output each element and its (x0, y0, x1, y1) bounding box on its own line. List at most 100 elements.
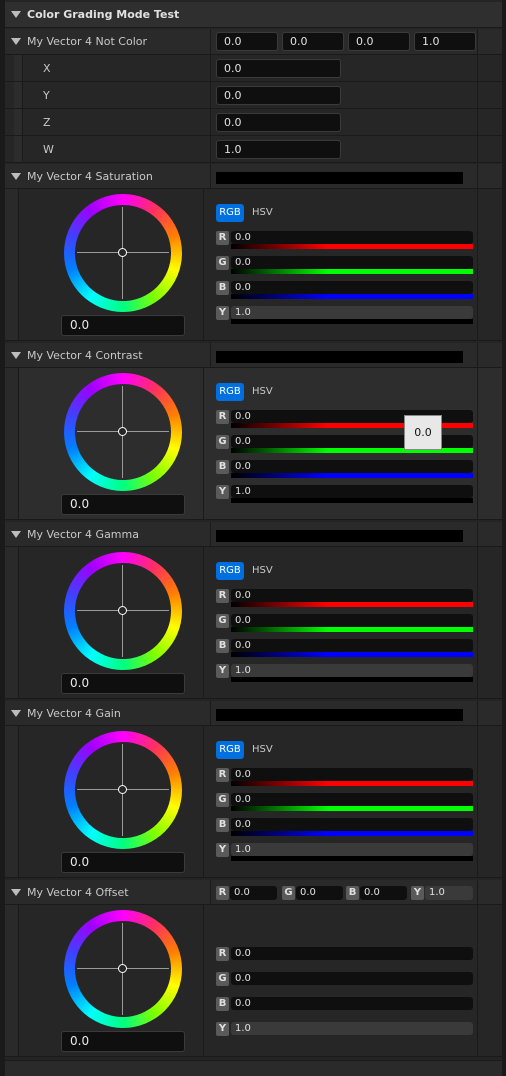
wheel-value-input[interactable]: 0.0 (61, 852, 185, 873)
channel-g-input[interactable]: 0.0 (231, 256, 473, 269)
color-wheel[interactable] (64, 194, 182, 312)
channel-b-label: B (216, 281, 229, 295)
channel-g-label: G (216, 614, 229, 628)
rgb-mode-button[interactable]: RGB (216, 204, 244, 222)
component-row-z: Z 0.0 (5, 109, 502, 136)
component-y-input[interactable]: 0.0 (216, 86, 341, 105)
offset-y-label: Y (411, 886, 424, 900)
rgb-mode-button[interactable]: RGB (216, 562, 244, 580)
channel-y-input[interactable]: 1.0 (231, 306, 473, 319)
channel-b-input[interactable]: 0.0 (231, 639, 473, 652)
component-x-input[interactable]: 0.0 (216, 59, 341, 78)
channel-r-input[interactable]: 0.0 (231, 589, 473, 602)
channel-r-input[interactable]: 0.0 (231, 947, 473, 960)
channel-r-input[interactable]: 0.0 (231, 231, 473, 244)
color-wheel[interactable] (64, 910, 182, 1028)
channel-r-input[interactable]: 0.0 (231, 768, 473, 781)
vector-y-input[interactable]: 0.0 (282, 32, 344, 51)
channel-r-label: R (216, 410, 229, 424)
wheel-value-input[interactable]: 0.0 (61, 673, 185, 694)
channel-b-label: B (216, 639, 229, 653)
offset-y-input[interactable]: 1.0 (425, 886, 473, 900)
panel-footer (5, 1060, 502, 1076)
wheel-handle[interactable] (118, 785, 127, 794)
wheel-value-input[interactable]: 0.0 (61, 1031, 185, 1052)
offset-r-input[interactable]: 0.0 (230, 886, 277, 900)
color-swatch[interactable] (216, 351, 463, 363)
channel-b-slider[interactable] (231, 831, 473, 836)
channel-y-label: Y (216, 485, 229, 499)
color-swatch[interactable] (216, 530, 463, 542)
rgb-mode-button[interactable]: RGB (216, 383, 244, 401)
channel-y-label: Y (216, 843, 229, 857)
offset-g-input[interactable]: 0.0 (296, 886, 343, 900)
channel-y-input[interactable]: 1.0 (231, 485, 473, 498)
collapse-triangle-icon[interactable] (11, 531, 21, 538)
collapse-triangle-icon[interactable] (11, 710, 21, 717)
channel-b-input[interactable]: 0.0 (231, 818, 473, 831)
channel-g-input[interactable]: 0.0 (231, 972, 473, 985)
channel-r-slider[interactable] (231, 781, 473, 786)
offset-b-input[interactable]: 0.0 (360, 886, 407, 900)
wheel-value-input[interactable]: 0.0 (61, 315, 185, 336)
wheel-handle[interactable] (118, 427, 127, 436)
property-label: My Vector 4 Not Color (27, 35, 148, 48)
vector-x-input[interactable]: 0.0 (216, 32, 278, 51)
rgb-mode-button[interactable]: RGB (216, 741, 244, 759)
expand-triangle-icon[interactable] (11, 38, 21, 45)
contrast-row: My Vector 4 Contrast (5, 343, 502, 368)
channel-y-slider[interactable] (231, 856, 473, 861)
channel-g-slider[interactable] (231, 627, 473, 632)
channel-y-slider[interactable] (231, 677, 473, 682)
channel-b-input[interactable]: 0.0 (231, 460, 473, 473)
component-z-input[interactable]: 0.0 (216, 113, 341, 132)
component-label: X (43, 62, 51, 75)
channel-y-input[interactable]: 1.0 (231, 1022, 473, 1035)
collapse-triangle-icon[interactable] (11, 889, 21, 896)
channel-r-slider[interactable] (231, 602, 473, 607)
vector-w-input[interactable]: 1.0 (414, 32, 476, 51)
channel-b-slider[interactable] (231, 294, 473, 299)
collapse-triangle-icon[interactable] (11, 173, 21, 180)
channel-y-input[interactable]: 1.0 (231, 843, 473, 856)
color-wheel[interactable] (64, 373, 182, 491)
wheel-value-input[interactable]: 0.0 (61, 494, 185, 515)
color-swatch[interactable] (216, 172, 463, 184)
gamma-row: My Vector 4 Gamma (5, 522, 502, 547)
hsv-mode-button[interactable]: HSV (252, 744, 273, 755)
wheel-handle[interactable] (118, 248, 127, 257)
property-label: My Vector 4 Saturation (27, 170, 153, 183)
channel-r-slider[interactable] (231, 244, 473, 249)
channel-g-input[interactable]: 0.0 (231, 793, 473, 806)
wheel-handle[interactable] (118, 606, 127, 615)
gamma-body: 0.0 RGB HSV R 0.0 G 0.0 B 0.0 Y 1.0 (5, 547, 502, 699)
hsv-mode-button[interactable]: HSV (252, 386, 273, 397)
color-wheel[interactable] (64, 731, 182, 849)
collapse-triangle-icon[interactable] (11, 11, 21, 18)
color-swatch[interactable] (216, 709, 463, 721)
wheel-handle[interactable] (118, 964, 127, 973)
channel-y-label: Y (216, 1022, 229, 1036)
color-wheel[interactable] (64, 552, 182, 670)
channel-b-slider[interactable] (231, 652, 473, 657)
channel-y-slider[interactable] (231, 319, 473, 324)
channel-g-input[interactable]: 0.0 (231, 614, 473, 627)
channel-g-slider[interactable] (231, 806, 473, 811)
channel-b-input[interactable]: 0.0 (231, 997, 473, 1010)
component-w-input[interactable]: 1.0 (216, 140, 341, 159)
vector-z-input[interactable]: 0.0 (348, 32, 410, 51)
category-header[interactable]: Color Grading Mode Test (5, 2, 502, 28)
channel-y-slider[interactable] (231, 498, 473, 503)
value-tooltip: 0.0 (404, 415, 442, 450)
channel-b-input[interactable]: 0.0 (231, 281, 473, 294)
channel-g-label: G (216, 793, 229, 807)
hsv-mode-button[interactable]: HSV (252, 565, 273, 576)
channel-b-slider[interactable] (231, 473, 473, 478)
channel-r-label: R (216, 589, 229, 603)
channel-y-input[interactable]: 1.0 (231, 664, 473, 677)
hsv-mode-button[interactable]: HSV (252, 207, 273, 218)
channel-g-slider[interactable] (231, 269, 473, 274)
offset-g-label: G (282, 886, 295, 900)
channel-g-label: G (216, 256, 229, 270)
collapse-triangle-icon[interactable] (11, 352, 21, 359)
